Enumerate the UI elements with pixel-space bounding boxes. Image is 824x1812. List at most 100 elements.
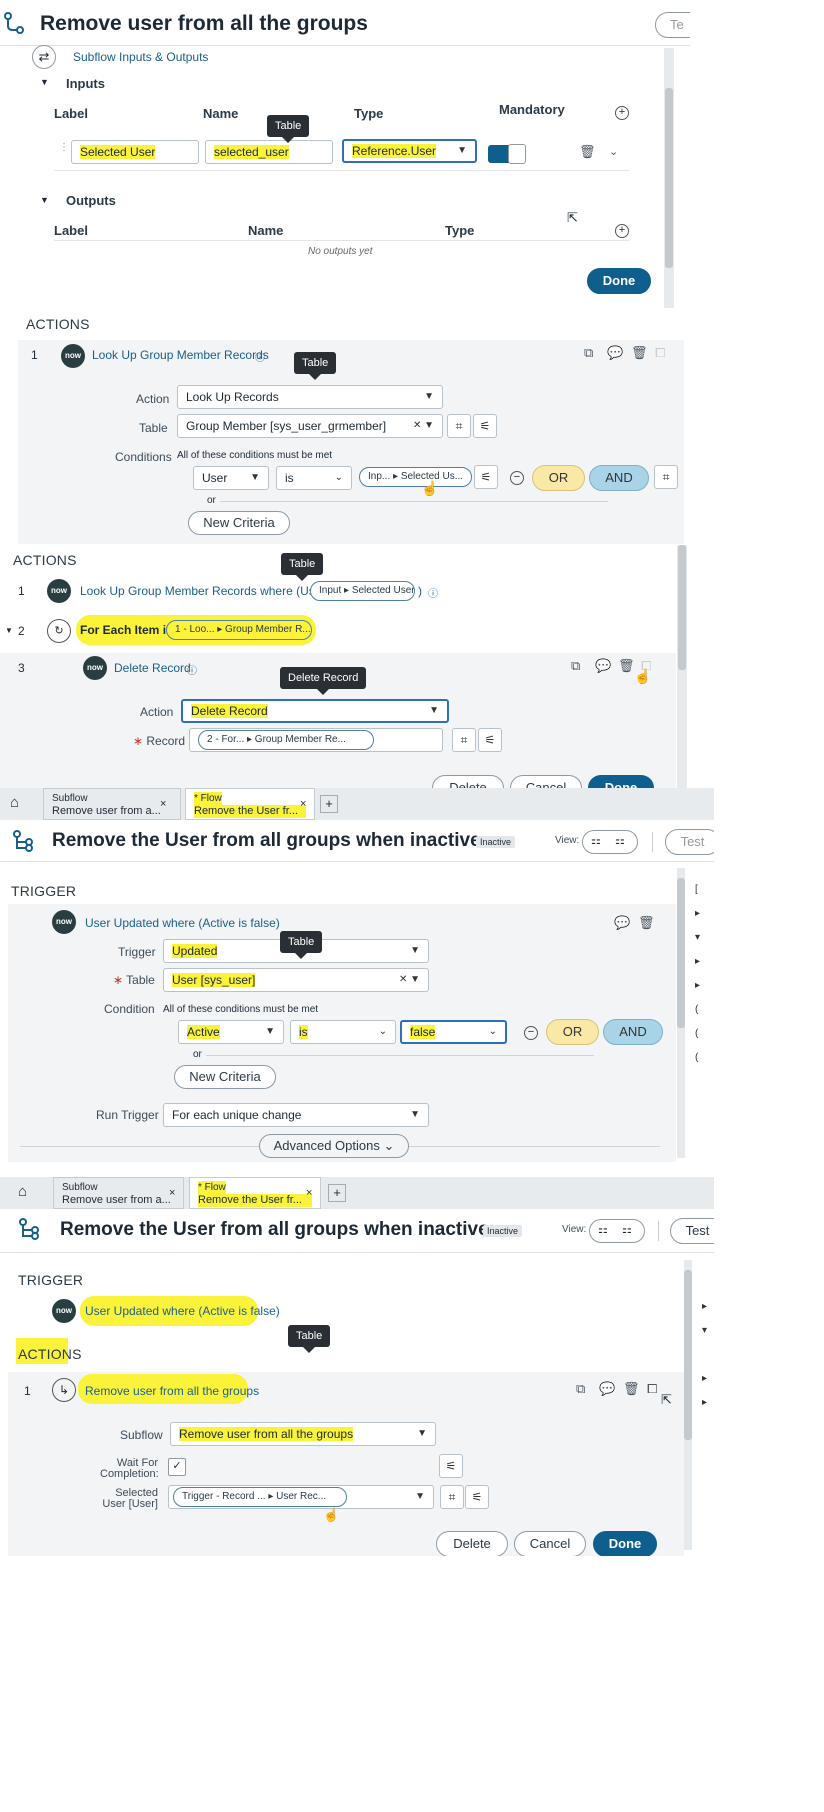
step-title[interactable]: For Each Item in [80, 623, 173, 637]
comment-icon[interactable]: 💬 [614, 915, 630, 931]
step-title[interactable]: Look Up Group Member Records [92, 348, 269, 362]
scrollbar[interactable] [677, 868, 685, 1158]
tree-view-icon[interactable]: ⚏ [598, 1223, 608, 1236]
condition-value-pill[interactable]: Inp... ▸ Selected Us... [359, 467, 472, 487]
new-criteria-button[interactable]: New Criteria [174, 1065, 276, 1089]
close-tab-icon[interactable]: × [160, 798, 166, 810]
step-title[interactable]: Look Up Group Member Records where (User… [80, 584, 337, 598]
and-button[interactable]: AND [603, 1019, 663, 1045]
open-icon[interactable]: ⧠ [647, 1381, 657, 1397]
trigger-title[interactable]: User Updated where (Active is false) [85, 1304, 280, 1318]
close-tab-icon[interactable]: × [300, 798, 306, 810]
drag-handle-icon[interactable]: ⋮ [59, 142, 69, 153]
step-title[interactable]: Delete Record [114, 661, 191, 675]
picker-icon[interactable]: ⚟ [478, 728, 502, 752]
remove-condition-icon[interactable]: − [524, 1026, 538, 1040]
trash-icon[interactable]: 🗑 [623, 1381, 640, 1397]
home-icon[interactable]: ⌂ [10, 794, 19, 811]
scrollbar[interactable] [684, 1260, 692, 1550]
input-name-field[interactable]: selected_user [205, 140, 333, 164]
picker-icon[interactable]: ⚟ [439, 1454, 463, 1478]
grid-view-icon[interactable]: ⚏ [615, 834, 625, 847]
chevron-down-icon[interactable]: ▼ [5, 626, 13, 635]
copy-icon[interactable]: ⧉ [571, 658, 580, 674]
home-icon[interactable]: ⌂ [18, 1183, 27, 1200]
table-select[interactable]: Group Member [sys_user_grmember] ✕ ▼ [177, 414, 443, 438]
open-icon[interactable]: ⧠ [655, 345, 665, 361]
copy-icon[interactable]: ⧉ [584, 345, 593, 361]
clear-caret-icon[interactable]: ✕ ▼ [413, 415, 434, 437]
help-icon[interactable]: ⓘ [255, 349, 265, 364]
tab-flow[interactable]: * Flow Remove the User fr... [189, 1177, 321, 1209]
new-criteria-button[interactable]: New Criteria [188, 511, 290, 535]
add-tab-icon[interactable]: + [328, 1184, 346, 1202]
advanced-options-button[interactable]: Advanced Options ⌄ [259, 1134, 409, 1158]
chevron-down-icon[interactable]: ▼ [40, 77, 49, 87]
data-pill-icon[interactable]: ⌗ [452, 728, 476, 752]
add-input-icon[interactable]: + [615, 106, 629, 120]
add-output-icon[interactable]: + [615, 224, 629, 238]
trash-icon[interactable]: 🗑 [638, 915, 655, 931]
chevron-down-icon[interactable]: ⌄ [609, 144, 618, 160]
condition-field-select[interactable]: Active ▼ [178, 1020, 284, 1044]
mandatory-toggle[interactable] [488, 144, 526, 164]
add-tab-icon[interactable]: + [320, 795, 338, 813]
done-button[interactable]: Done [588, 775, 654, 788]
remove-condition-icon[interactable]: − [510, 471, 524, 485]
data-pill-icon[interactable]: ⌗ [440, 1485, 464, 1509]
help-icon[interactable]: ⓘ [428, 585, 438, 600]
table-select[interactable]: User [sys_user] ✕ ▼ [163, 968, 429, 992]
chevron-down-icon[interactable]: ▼ [40, 195, 49, 205]
data-pill-icon[interactable]: ⌗ [447, 414, 471, 438]
swap-icon[interactable]: ⇄ [32, 45, 56, 69]
close-tab-icon[interactable]: × [169, 1187, 175, 1199]
trash-icon[interactable]: 🗑 [618, 658, 635, 674]
data-pill-icon[interactable]: ⌗ [654, 465, 678, 489]
delete-button[interactable]: Delete [432, 775, 504, 788]
trigger-title[interactable]: User Updated where (Active is false) [85, 916, 280, 930]
scrollbar[interactable] [664, 48, 674, 308]
input-type-select[interactable]: Reference.User ▼ [342, 139, 477, 163]
grid-view-icon[interactable]: ⚏ [622, 1223, 632, 1236]
trash-icon[interactable]: 🗑 [579, 144, 596, 160]
record-pill[interactable]: 2 - For... ▸ Group Member Re... [198, 730, 374, 750]
picker-icon[interactable]: ⚟ [473, 414, 497, 438]
tab-flow[interactable]: * Flow Remove the User fr... [185, 788, 315, 820]
selected-user-pill[interactable]: Trigger - Record ... ▸ User Rec... [173, 1487, 347, 1507]
test-button[interactable]: Te [655, 12, 690, 38]
condition-value-select[interactable]: false ⌄ [400, 1020, 507, 1044]
picker-icon[interactable]: ⚟ [474, 465, 498, 489]
condition-operator-select[interactable]: is ⌄ [276, 466, 352, 490]
view-toggle[interactable]: ⚏ ⚏ [582, 830, 638, 854]
step-title[interactable]: Remove user from all the groups [85, 1384, 259, 1398]
cancel-button[interactable]: Cancel [514, 1531, 586, 1556]
tree-view-icon[interactable]: ⚏ [591, 834, 601, 847]
view-toggle[interactable]: ⚏ ⚏ [589, 1219, 645, 1243]
comment-icon[interactable]: 💬 [599, 1381, 615, 1397]
action-select[interactable]: Delete Record ▼ [181, 699, 449, 723]
close-tab-icon[interactable]: × [306, 1187, 312, 1199]
done-button[interactable]: Done [593, 1531, 657, 1556]
or-button[interactable]: OR [532, 465, 585, 491]
delete-button[interactable]: Delete [436, 1531, 508, 1556]
help-icon[interactable]: ⓘ [187, 662, 197, 677]
comment-icon[interactable]: 💬 [607, 345, 623, 361]
and-button[interactable]: AND [589, 465, 649, 491]
copy-icon[interactable]: ⧉ [576, 1381, 585, 1397]
tab-subflow[interactable]: Subflow Remove user from a... [53, 1177, 184, 1209]
record-field[interactable]: 2 - For... ▸ Group Member Re... [189, 728, 443, 752]
run-trigger-select[interactable]: For each unique change ▼ [163, 1103, 429, 1127]
picker-icon[interactable]: ⚟ [465, 1485, 489, 1509]
condition-operator-select[interactable]: is ⌄ [290, 1020, 396, 1044]
subflow-io-link[interactable]: Subflow Inputs & Outputs [73, 50, 208, 64]
action-select[interactable]: Look Up Records ▼ [177, 385, 443, 409]
test-button[interactable]: Test [670, 1218, 714, 1244]
test-button[interactable]: Test [665, 829, 714, 855]
done-button[interactable]: Done [587, 268, 651, 294]
input-label-field[interactable]: Selected User [71, 140, 199, 164]
subflow-select[interactable]: Remove user from all the groups ▼ [170, 1422, 436, 1446]
or-button[interactable]: OR [546, 1019, 599, 1045]
scrollbar[interactable] [677, 545, 687, 788]
wait-checkbox[interactable]: ✓ [168, 1458, 186, 1476]
condition-field-select[interactable]: User ▼ [193, 466, 269, 490]
